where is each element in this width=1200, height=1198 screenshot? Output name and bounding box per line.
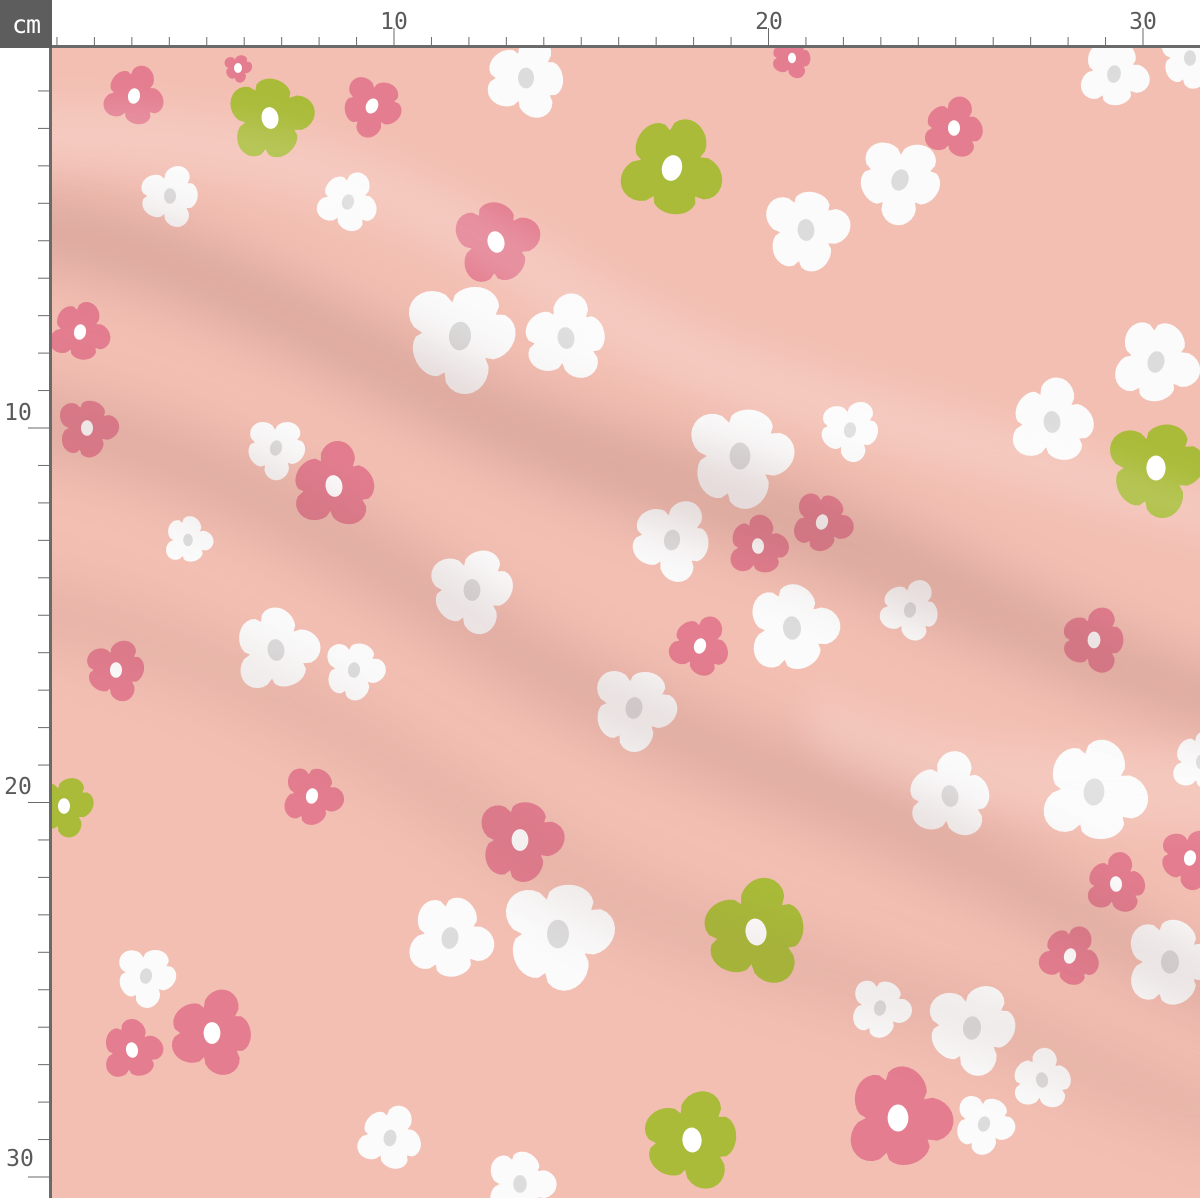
- flower-center: [203, 1022, 221, 1044]
- flower-center: [887, 1104, 909, 1132]
- top-ruler: 10 20 30: [52, 0, 1200, 48]
- left-ruler-ticks: 10 20 30: [4, 90, 52, 1178]
- flower-center: [948, 120, 960, 136]
- flower-center: [1146, 455, 1166, 481]
- flower-center: [58, 798, 70, 814]
- left-ruler-label-30: 30: [6, 1146, 34, 1172]
- flower-center: [234, 63, 242, 73]
- left-ruler-label-20: 20: [4, 774, 32, 800]
- flower-center: [788, 52, 796, 64]
- flower-center: [518, 67, 534, 89]
- flower-center: [110, 662, 122, 678]
- flower-center: [513, 1175, 527, 1193]
- flower-center: [1161, 950, 1179, 974]
- flower-center: [81, 420, 93, 436]
- flower-center: [547, 919, 569, 949]
- flower-center: [1087, 631, 1101, 649]
- flower-center: [511, 829, 529, 851]
- left-ruler-label-10: 10: [4, 400, 32, 426]
- top-ruler-ticks: 10 20 30: [56, 9, 1157, 48]
- flower-center: [183, 533, 193, 547]
- flower-center: [1184, 50, 1196, 66]
- flower-center: [164, 188, 176, 204]
- left-ruler: 10 20 30: [0, 48, 52, 1198]
- fabric-preview: [52, 48, 1200, 1198]
- flower-center: [463, 579, 481, 601]
- floral-fabric-pattern: [52, 48, 1200, 1198]
- flower-center: [729, 442, 751, 470]
- unit-label: cm: [0, 0, 52, 48]
